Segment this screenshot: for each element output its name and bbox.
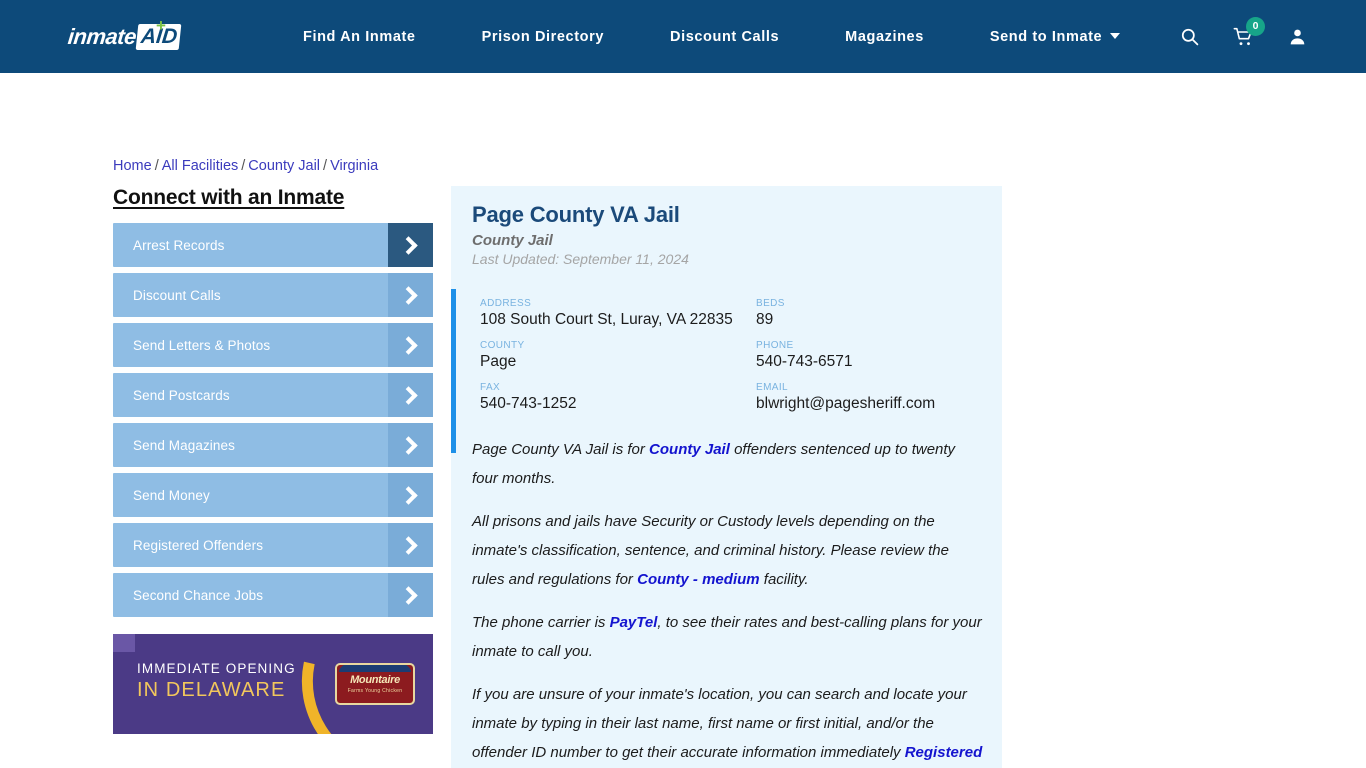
sidebar-item-arrest-records[interactable]: Arrest Records bbox=[113, 223, 433, 267]
detail-label: COUNTY bbox=[480, 340, 525, 351]
chevron-right-icon bbox=[388, 523, 433, 567]
detail-fax: FAX 540-743-1252 bbox=[480, 382, 756, 413]
sidebar-item-label: Send Money bbox=[133, 487, 210, 503]
page-body: Home / All Facilities / County Jail / Virginia… bbox=[0, 73, 1366, 768]
nav-item-prison-directory[interactable]: Prison Directory bbox=[449, 29, 637, 45]
sidebar-item-send-postcards[interactable]: Send Postcards bbox=[113, 373, 433, 417]
sidebar-item-discount-calls[interactable]: Discount Calls bbox=[113, 273, 433, 317]
inline-link[interactable]: County Jail bbox=[649, 441, 730, 458]
user-icon[interactable] bbox=[1286, 25, 1308, 49]
chevron-right-icon bbox=[388, 223, 433, 267]
detail-label: EMAIL bbox=[756, 382, 789, 393]
detail-value: 108 South Court St, Luray, VA 22835 bbox=[480, 311, 733, 328]
sidebar-item-registered-offenders[interactable]: Registered Offenders bbox=[113, 523, 433, 567]
sidebar-item-second-chance-jobs[interactable]: Second Chance Jobs bbox=[113, 573, 433, 617]
detail-beds: BEDS 89 bbox=[756, 298, 1002, 329]
site-header: inmate AID + Find An Inmate Prison Direc… bbox=[0, 0, 1366, 73]
breadcrumb-item-all-facilities[interactable]: All Facilities bbox=[162, 158, 239, 174]
description-paragraph: If you are unsure of your inmate's locat… bbox=[472, 680, 983, 768]
ad-subheadline: IN DELAWARE bbox=[137, 679, 286, 701]
breadcrumb-separator: / bbox=[154, 158, 159, 174]
sidebar-item-label: Send Postcards bbox=[133, 387, 230, 403]
chevron-right-icon bbox=[388, 373, 433, 417]
inline-link[interactable]: County - medium bbox=[637, 571, 760, 588]
last-updated-text: Last Updated: September 11, 2024 bbox=[472, 251, 689, 267]
detail-address: ADDRESS 108 South Court St, Luray, VA 22… bbox=[480, 298, 756, 329]
description-paragraph: The phone carrier is PayTel, to see thei… bbox=[472, 614, 982, 660]
chevron-right-icon bbox=[388, 273, 433, 317]
detail-phone: PHONE 540-743-6571 bbox=[756, 340, 1002, 371]
ad-brand-arc bbox=[339, 665, 411, 672]
detail-value: blwright@pagesheriff.com bbox=[756, 395, 936, 412]
sidebar: Connect with an Inmate Arrest Records Di… bbox=[113, 186, 433, 734]
detail-label: BEDS bbox=[756, 298, 785, 309]
plus-icon: + bbox=[156, 15, 166, 35]
inline-link[interactable]: Registered Offenders bbox=[472, 744, 983, 768]
facility-info-card: Page County VA Jail County Jail Last Upd… bbox=[451, 186, 1002, 768]
sidebar-item-send-letters-photos[interactable]: Send Letters & Photos bbox=[113, 323, 433, 367]
accent-bar bbox=[451, 289, 456, 453]
facility-description: Page County VA Jail is for County Jail o… bbox=[451, 422, 1002, 768]
nav-item-find-an-inmate[interactable]: Find An Inmate bbox=[270, 29, 449, 45]
chevron-right-icon bbox=[388, 323, 433, 367]
description-paragraph: All prisons and jails have Security or C… bbox=[472, 513, 949, 588]
chevron-right-icon bbox=[388, 573, 433, 617]
facility-card-header: Page County VA Jail County Jail Last Upd… bbox=[451, 186, 1002, 267]
facility-details-block: ADDRESS 108 South Court St, Luray, VA 22… bbox=[451, 289, 1002, 453]
ad-corner-accent bbox=[113, 634, 135, 652]
detail-value: Page bbox=[480, 353, 517, 370]
inline-link[interactable]: PayTel bbox=[610, 614, 658, 631]
detail-value: 89 bbox=[756, 311, 774, 328]
ad-brand-name: Mountaire bbox=[350, 674, 400, 686]
nav-item-send-to-inmate[interactable]: Send to Inmate bbox=[957, 29, 1153, 45]
breadcrumb-item-home[interactable]: Home bbox=[113, 158, 152, 174]
chevron-right-icon bbox=[388, 423, 433, 467]
page-title: Page County VA Jail bbox=[472, 202, 680, 227]
sidebar-item-send-magazines[interactable]: Send Magazines bbox=[113, 423, 433, 467]
detail-value: 540-743-1252 bbox=[480, 395, 577, 412]
facility-details-grid: ADDRESS 108 South Court St, Luray, VA 22… bbox=[480, 298, 1002, 413]
detail-label: ADDRESS bbox=[480, 298, 532, 309]
sidebar-item-label: Send Letters & Photos bbox=[133, 337, 271, 353]
breadcrumb-item-county-jail[interactable]: County Jail bbox=[248, 158, 320, 174]
sidebar-item-send-money[interactable]: Send Money bbox=[113, 473, 433, 517]
sidebar-title: Connect with an Inmate bbox=[113, 186, 345, 209]
detail-label: FAX bbox=[480, 382, 501, 393]
ad-brand-tagline: Farms Young Chicken bbox=[347, 688, 403, 694]
chevron-right-icon bbox=[388, 473, 433, 517]
search-icon[interactable] bbox=[1178, 25, 1200, 49]
header-icon-group: 0 bbox=[1178, 16, 1308, 49]
site-logo[interactable]: inmate AID + bbox=[66, 15, 198, 52]
sidebar-item-label: Discount Calls bbox=[133, 287, 221, 303]
cart-count-badge: 0 bbox=[1246, 16, 1265, 36]
nav-item-magazines[interactable]: Magazines bbox=[812, 29, 957, 45]
breadcrumb-separator: / bbox=[241, 158, 246, 174]
detail-label: PHONE bbox=[756, 340, 794, 351]
cart-icon[interactable]: 0 bbox=[1232, 16, 1265, 49]
breadcrumb-separator: / bbox=[323, 158, 328, 174]
advertisement-banner[interactable]: IMMEDIATE OPENING IN DELAWARE Mountaire … bbox=[113, 634, 433, 734]
sidebar-item-label: Arrest Records bbox=[133, 237, 225, 253]
breadcrumb-item-virginia[interactable]: Virginia bbox=[330, 158, 378, 174]
ad-brand-logo: Mountaire Farms Young Chicken bbox=[335, 663, 415, 705]
description-paragraph: Page County VA Jail is for County Jail o… bbox=[472, 441, 956, 487]
nav-item-discount-calls[interactable]: Discount Calls bbox=[637, 29, 812, 45]
ad-headline: IMMEDIATE OPENING bbox=[137, 661, 296, 676]
sidebar-item-label: Registered Offenders bbox=[133, 537, 264, 553]
sidebar-item-label: Second Chance Jobs bbox=[133, 587, 264, 603]
primary-navigation: Find An Inmate Prison Directory Discount… bbox=[270, 29, 1153, 45]
logo-wordmark: inmate bbox=[66, 23, 138, 49]
facility-type: County Jail bbox=[472, 232, 553, 249]
sidebar-item-label: Send Magazines bbox=[133, 437, 235, 453]
detail-value: 540-743-6571 bbox=[756, 353, 853, 370]
breadcrumb: Home / All Facilities / County Jail / Virginia bbox=[113, 158, 378, 174]
detail-email: EMAIL blwright@pagesheriff.com bbox=[756, 382, 1002, 413]
detail-county: COUNTY Page bbox=[480, 340, 756, 371]
